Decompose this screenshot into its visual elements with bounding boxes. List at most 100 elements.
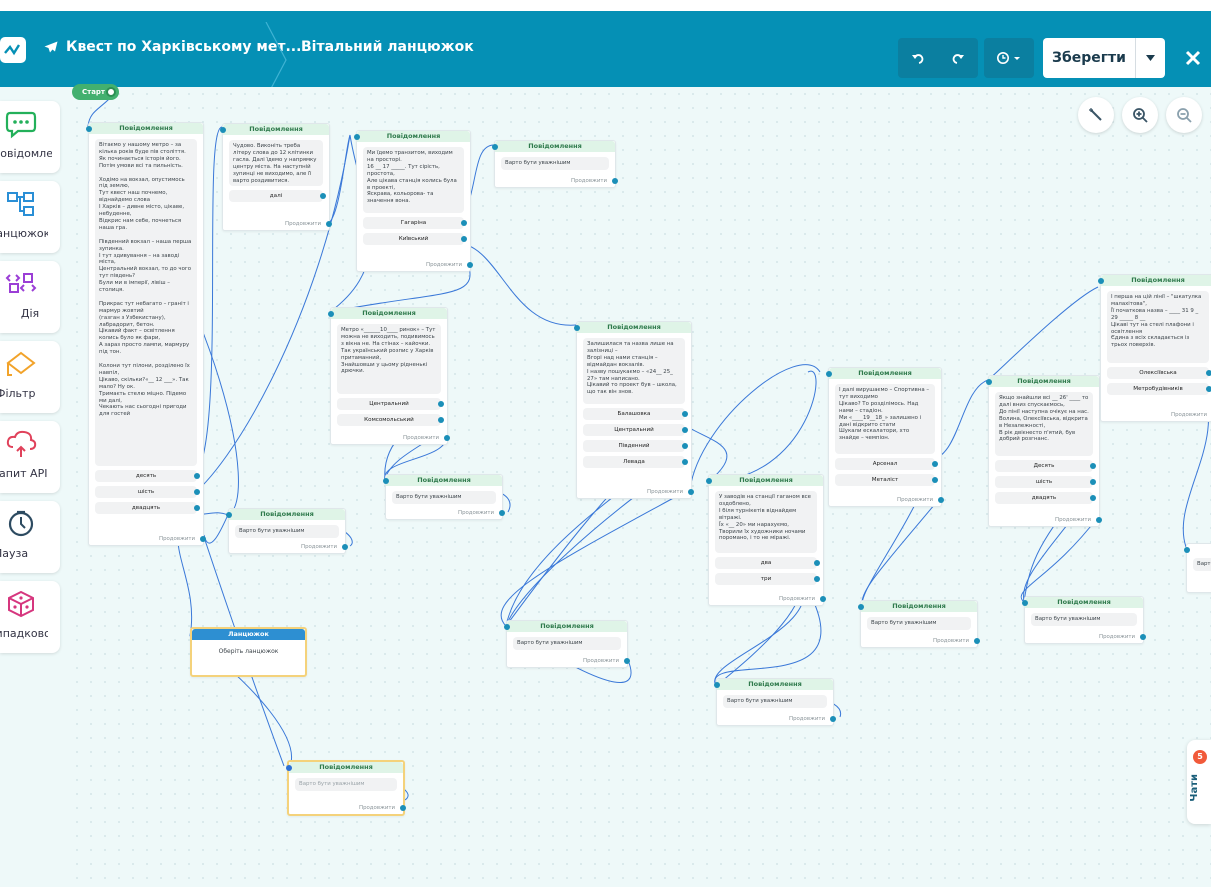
node-input-port[interactable] xyxy=(504,624,510,630)
message-node[interactable]: Повідомлення Ми їдемо транзитом, виходим… xyxy=(354,130,473,272)
option-port[interactable] xyxy=(932,461,938,467)
option-port[interactable] xyxy=(682,443,688,449)
node-option-button[interactable]: Олексіївська xyxy=(1107,367,1211,379)
node-input-port[interactable] xyxy=(328,311,334,317)
node-input-port[interactable] xyxy=(826,371,832,377)
option-port[interactable] xyxy=(438,417,444,423)
node-option-button[interactable]: двадять xyxy=(995,492,1096,504)
node-message-text[interactable]: Метро «______10____ ринок» – Тут можна н… xyxy=(337,324,441,394)
option-port[interactable] xyxy=(194,473,200,479)
node-input-port[interactable] xyxy=(858,604,864,610)
message-node[interactable]: Повідомлення Якщо знайшли всі __ 26' ___… xyxy=(986,375,1102,527)
node-message-text[interactable]: Залишилася та назва лише на залізниці – … xyxy=(583,338,685,404)
node-input-port[interactable] xyxy=(86,126,92,132)
option-port[interactable] xyxy=(814,576,820,582)
node-option-button[interactable]: двадцять xyxy=(95,502,200,514)
node-continue-port[interactable] xyxy=(200,536,206,542)
node-input-port[interactable] xyxy=(226,512,232,518)
message-node[interactable]: Повідомлення Метро «______10____ ринок» … xyxy=(328,307,450,445)
chats-widget[interactable]: 5 Чати xyxy=(1187,740,1211,824)
node-option-button[interactable]: Центральний xyxy=(583,424,688,436)
option-port[interactable] xyxy=(320,193,326,199)
option-port[interactable] xyxy=(932,477,938,483)
node-continue-port[interactable] xyxy=(499,510,505,516)
node-option-button[interactable]: десять xyxy=(95,470,200,482)
option-port[interactable] xyxy=(194,505,200,511)
message-node[interactable]: Повідомлення Варто бути уважнішим Продов… xyxy=(858,600,980,648)
node-continue-port[interactable] xyxy=(974,638,980,644)
node-option-button[interactable]: шість xyxy=(995,476,1096,488)
option-port[interactable] xyxy=(682,427,688,433)
node-message-text[interactable]: Чудово. Виконіть треба літеру слова до 1… xyxy=(229,140,323,186)
node-input-port[interactable] xyxy=(706,478,712,484)
start-port[interactable] xyxy=(106,87,116,97)
option-port[interactable] xyxy=(1206,370,1211,376)
node-option-button[interactable]: Балашовка xyxy=(583,408,688,420)
node-option-button[interactable]: Арсенал xyxy=(835,458,938,470)
node-continue-port[interactable] xyxy=(820,596,826,602)
option-port[interactable] xyxy=(682,411,688,417)
node-continue-port[interactable] xyxy=(1140,634,1146,640)
node-continue-port[interactable] xyxy=(1096,517,1102,523)
message-node[interactable]: Повідомлення Варто бути уважнішим Продов… xyxy=(383,474,505,520)
node-continue-port[interactable] xyxy=(830,716,836,722)
node-option-button[interactable]: Центральний xyxy=(337,398,444,410)
node-continue-port[interactable] xyxy=(612,178,618,184)
node-continue-port[interactable] xyxy=(342,544,348,550)
node-message-text[interactable]: Варто бути уважнішим xyxy=(392,491,496,504)
node-message-text[interactable]: Варто бути уважнішим xyxy=(513,637,621,650)
node-option-button[interactable]: Київський xyxy=(363,233,467,245)
node-option-button[interactable]: Метробудівників xyxy=(1107,383,1211,395)
node-option-button[interactable]: Левада xyxy=(583,456,688,468)
node-continue-port[interactable] xyxy=(624,658,630,664)
message-node[interactable]: Повідомлення Варто бути уважнішим Продов… xyxy=(226,508,348,554)
message-node[interactable]: Повідомлення Вітаємо у нашому метро – за… xyxy=(86,122,206,546)
option-port[interactable] xyxy=(194,489,200,495)
tool-action[interactable]: Дія xyxy=(0,261,60,333)
option-port[interactable] xyxy=(1206,386,1211,392)
magic-wand-button[interactable] xyxy=(1078,97,1114,133)
node-input-port[interactable] xyxy=(986,379,992,385)
node-option-button[interactable]: шість xyxy=(95,486,200,498)
tool-filter[interactable]: Фільтр xyxy=(0,341,60,413)
option-port[interactable] xyxy=(1090,463,1096,469)
node-message-text[interactable]: І перша на цій лінії – "шкатулка малахіт… xyxy=(1107,291,1209,363)
option-port[interactable] xyxy=(1090,495,1096,501)
message-node[interactable]: Повідомлення Варто бути уважнішим Продов… xyxy=(492,140,618,188)
tool-random[interactable]: Випадково xyxy=(0,581,60,653)
node-message-text[interactable]: Варто бути уважнішим xyxy=(867,617,971,630)
tool-pause[interactable]: Пауза xyxy=(0,501,60,573)
message-node[interactable]: Повідомлення Залишилася та назва лише на… xyxy=(574,321,694,499)
node-message-text[interactable]: Варто бути уважнішим xyxy=(235,525,339,538)
node-option-button[interactable]: Південний xyxy=(583,440,688,452)
node-input-port[interactable] xyxy=(383,478,389,484)
node-continue-port[interactable] xyxy=(444,435,450,441)
option-port[interactable] xyxy=(438,401,444,407)
node-message-text[interactable]: Ми їдемо транзитом, виходим на просторі.… xyxy=(363,147,464,213)
node-input-port[interactable] xyxy=(1022,600,1028,606)
option-port[interactable] xyxy=(1090,479,1096,485)
node-continue-port[interactable] xyxy=(938,497,944,503)
start-node[interactable]: Старт xyxy=(72,84,119,100)
tool-api[interactable]: Запит API xyxy=(0,421,60,493)
message-node[interactable]: Повідомлення Варто бути уважнішим Продов… xyxy=(714,678,836,726)
node-option-button[interactable]: далі xyxy=(229,190,326,202)
message-node[interactable]: Варто xyxy=(1184,543,1211,593)
node-input-port[interactable] xyxy=(574,325,580,331)
node-input-port[interactable] xyxy=(1184,547,1190,553)
node-input-port[interactable] xyxy=(286,765,292,771)
option-port[interactable] xyxy=(682,459,688,465)
message-node[interactable]: Повідомлення Чудово. Виконіть треба літе… xyxy=(220,123,332,231)
tool-message[interactable]: Повідомле... xyxy=(0,101,60,173)
message-node[interactable]: Повідомлення У заводів на станції гагано… xyxy=(706,474,826,606)
message-node[interactable]: Повідомлення Варто бути уважнішим Продов… xyxy=(1022,596,1146,644)
node-option-button[interactable]: три xyxy=(715,573,820,585)
message-node-new[interactable]: Повідомлення Варто бути уважнішим Продов… xyxy=(286,760,406,816)
node-option-button[interactable]: Металіст xyxy=(835,474,938,486)
message-node[interactable]: Повідомлення І перша на цій лінії – "шка… xyxy=(1098,274,1211,422)
node-option-button[interactable]: Комсомольський xyxy=(337,414,444,426)
node-message-text[interactable]: У заводів на станції гаганом все оздобле… xyxy=(715,491,817,553)
node-message-text[interactable]: Варто бути уважнішим xyxy=(723,695,827,708)
node-message-text[interactable]: Вітаємо у нашому метро – за кілька років… xyxy=(95,139,197,466)
message-node[interactable]: Повідомлення І далі вирушаємо – Спортивн… xyxy=(826,367,944,507)
